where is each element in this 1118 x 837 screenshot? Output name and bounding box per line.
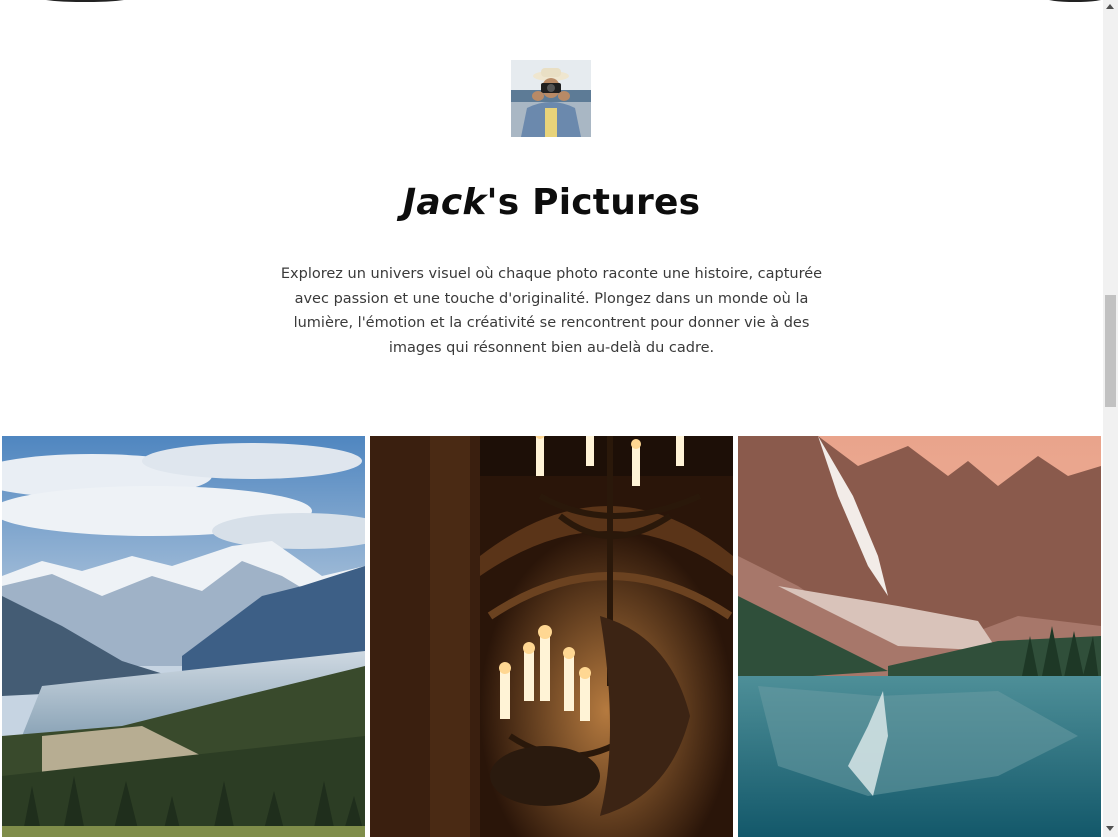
top-decoration xyxy=(40,0,130,2)
page: Jack's Pictures Explorez un univers visu… xyxy=(0,0,1103,837)
photographer-avatar xyxy=(511,60,591,137)
intro-description: Explorez un univers visuel où chaque pho… xyxy=(280,266,823,357)
title-suffix: 's Pictures xyxy=(486,182,701,223)
gallery-photo-chandelier[interactable] xyxy=(370,436,733,837)
top-decoration xyxy=(1045,0,1103,2)
scroll-thumb[interactable] xyxy=(1105,295,1116,407)
scroll-up-arrow-icon[interactable] xyxy=(1106,4,1114,9)
gallery-photo-mountain-valley[interactable] xyxy=(2,436,365,837)
page-title: Jack's Pictures xyxy=(0,182,1103,223)
page-scrollbar[interactable] xyxy=(1103,0,1118,837)
gallery-photo-mountain-lake[interactable] xyxy=(738,436,1101,837)
scroll-down-arrow-icon[interactable] xyxy=(1106,826,1114,831)
title-name: Jack xyxy=(402,182,487,223)
